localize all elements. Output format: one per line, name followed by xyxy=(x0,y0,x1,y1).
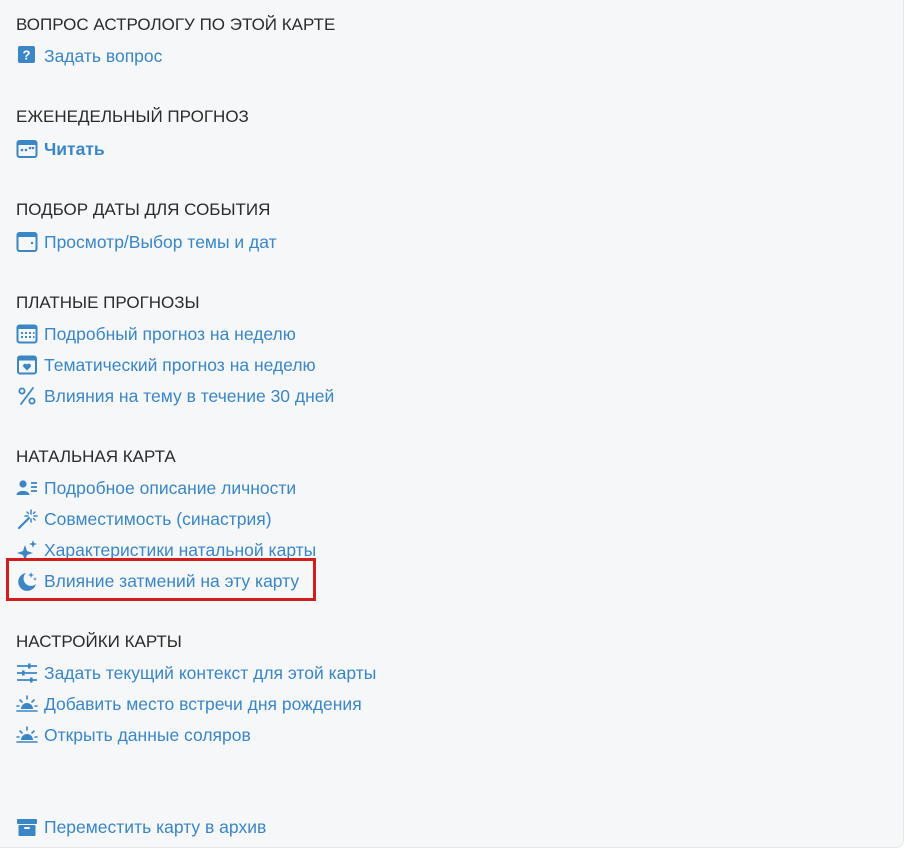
section-title-weekly: ЕЖЕНЕДЕЛЬНЫЙ ПРОГНОЗ xyxy=(16,107,249,126)
open-solar-data-link[interactable]: Открыть данные соляров xyxy=(16,720,887,750)
eclipse-influence-link[interactable]: Влияние затмений на эту карту xyxy=(16,566,887,596)
calendar-blank-icon xyxy=(16,231,38,253)
sparkles-icon xyxy=(16,539,38,561)
personality-description-link[interactable]: Подробное описание личности xyxy=(16,473,887,503)
open-solar-data-label: Открыть данные соляров xyxy=(44,724,251,745)
section-weekly: ЕЖЕНЕДЕЛЬНЫЙ ПРОГНОЗ Читать xyxy=(16,107,887,164)
influence-30-days-link[interactable]: Влияния на тему в течение 30 дней xyxy=(16,381,887,411)
section-paid: ПЛАТНЫЕ ПРОГНОЗЫ Подробный прогноз на не… xyxy=(16,293,887,411)
section-question: ВОПРОС АСТРОЛОГУ ПО ЭТОЙ КАРТЕ ? Задать … xyxy=(16,15,887,71)
eclipse-influence-label: Влияние затмений на эту карту xyxy=(44,570,300,591)
section-title-settings: НАСТРОЙКИ КАРТЫ xyxy=(16,632,182,651)
section-archive: Переместить карту в архив xyxy=(16,812,887,842)
archive-chart-label: Переместить карту в архив xyxy=(44,816,267,837)
chart-actions-panel: ВОПРОС АСТРОЛОГУ ПО ЭТОЙ КАРТЕ ? Задать … xyxy=(0,0,904,848)
section-settings: НАСТРОЙКИ КАРТЫ Задать текущий контекст … xyxy=(16,632,887,750)
set-context-label: Задать текущий контекст для этой карты xyxy=(44,662,377,683)
calendar-grid-icon xyxy=(16,323,38,345)
percent-icon xyxy=(16,385,38,407)
svg-text:?: ? xyxy=(23,48,31,63)
section-date-pick: ПОДБОР ДАТЫ ДЛЯ СОБЫТИЯ Просмотр/Выбор т… xyxy=(16,200,887,257)
read-weekly-link[interactable]: Читать xyxy=(16,134,887,164)
section-title-question: ВОПРОС АСТРОЛОГУ ПО ЭТОЙ КАРТЕ xyxy=(16,15,336,34)
sunrise-icon xyxy=(16,724,38,746)
thematic-weekly-label: Тематический прогноз на неделю xyxy=(44,354,316,375)
personality-description-label: Подробное описание личности xyxy=(44,477,297,498)
thematic-weekly-link[interactable]: Тематический прогноз на неделю xyxy=(16,350,887,380)
influence-30-days-label: Влияния на тему в течение 30 дней xyxy=(44,385,335,406)
magic-wand-icon xyxy=(16,508,38,530)
section-natal: НАТАЛЬНАЯ КАРТА Подробное описание лично… xyxy=(16,447,887,596)
ask-question-label: Задать вопрос xyxy=(44,45,163,66)
section-title-natal: НАТАЛЬНАЯ КАРТА xyxy=(16,447,176,466)
calendar-dots-icon xyxy=(16,138,38,160)
natal-characteristics-link[interactable]: Характеристики натальной карты xyxy=(16,535,887,565)
date-pick-label: Просмотр/Выбор темы и дат xyxy=(44,231,277,252)
synastry-link[interactable]: Совместимость (синастрия) xyxy=(16,504,887,534)
sunrise-icon xyxy=(16,693,38,715)
archive-chart-link[interactable]: Переместить карту в архив xyxy=(16,812,887,842)
section-title-paid: ПЛАТНЫЕ ПРОГНОЗЫ xyxy=(16,293,200,312)
ask-question-link[interactable]: ? Задать вопрос xyxy=(16,41,887,71)
set-context-link[interactable]: Задать текущий контекст для этой карты xyxy=(16,658,887,688)
date-pick-link[interactable]: Просмотр/Выбор темы и дат xyxy=(16,227,887,257)
natal-characteristics-label: Характеристики натальной карты xyxy=(44,539,317,560)
moon-stars-icon xyxy=(16,570,38,592)
detailed-weekly-label: Подробный прогноз на неделю xyxy=(44,323,296,344)
calendar-heart-icon xyxy=(16,354,38,376)
add-birthday-place-link[interactable]: Добавить место встречи дня рождения xyxy=(16,689,887,719)
detailed-weekly-link[interactable]: Подробный прогноз на неделю xyxy=(16,319,887,349)
sliders-icon xyxy=(16,662,38,684)
add-birthday-place-label: Добавить место встречи дня рождения xyxy=(44,693,362,714)
section-title-date-pick: ПОДБОР ДАТЫ ДЛЯ СОБЫТИЯ xyxy=(16,200,271,219)
question-icon: ? xyxy=(16,45,38,67)
user-list-icon xyxy=(16,477,38,499)
read-weekly-label: Читать xyxy=(44,138,105,159)
archive-icon xyxy=(16,816,38,838)
synastry-label: Совместимость (синастрия) xyxy=(44,508,272,529)
